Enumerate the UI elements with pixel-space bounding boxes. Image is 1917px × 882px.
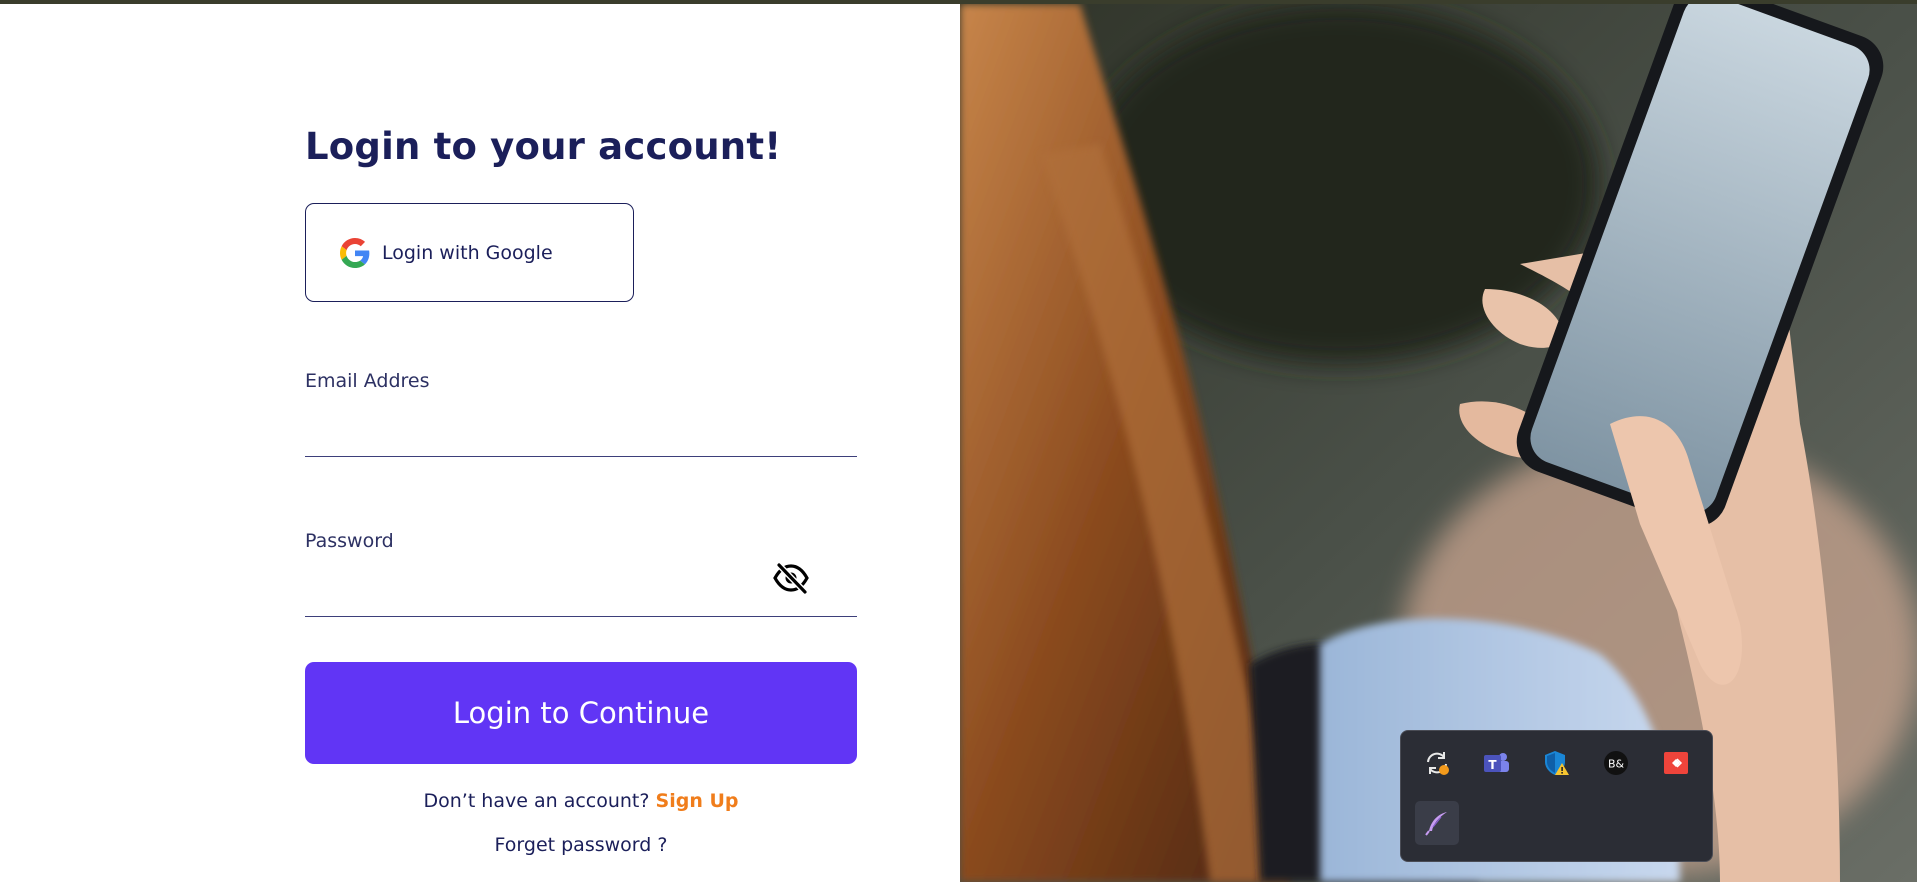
sync-status-icon	[1427, 752, 1449, 775]
tray-security-button[interactable]	[1534, 741, 1578, 785]
tray-pen-button[interactable]	[1415, 801, 1459, 845]
eye-slash-icon	[773, 562, 809, 595]
password-label: Password	[305, 530, 394, 552]
tray-anydesk-button[interactable]	[1654, 741, 1698, 785]
google-login-label: Login with Google	[382, 241, 553, 264]
windows-security-warning-icon	[1545, 751, 1569, 775]
email-field[interactable]	[305, 415, 857, 457]
microsoft-teams-icon: T	[1484, 753, 1509, 772]
svg-text:B&: B&	[1608, 758, 1625, 771]
page-title: Login to your account!	[305, 125, 782, 168]
anydesk-icon	[1664, 752, 1688, 774]
signup-prompt-text: Don’t have an account?	[423, 790, 650, 812]
forget-password-link[interactable]: Forget password ?	[305, 834, 857, 856]
signup-link[interactable]: Sign Up	[656, 790, 739, 812]
signup-prompt-row: Don’t have an account? Sign Up	[305, 790, 857, 812]
login-submit-button[interactable]: Login to Continue	[305, 662, 857, 764]
google-icon	[340, 237, 370, 268]
tray-teams-button[interactable]: T	[1474, 741, 1518, 785]
tray-sync-button[interactable]	[1415, 741, 1459, 785]
feather-pen-icon	[1425, 812, 1447, 836]
tray-beats-button[interactable]: B&	[1594, 741, 1638, 785]
show-password-toggle[interactable]	[772, 562, 810, 595]
google-login-button[interactable]: Login with Google	[305, 203, 634, 302]
beats-audio-icon: B&	[1604, 751, 1628, 775]
system-tray-flyout: T B&	[1400, 730, 1713, 862]
svg-text:T: T	[1488, 758, 1497, 772]
email-label: Email Addres	[305, 370, 430, 392]
